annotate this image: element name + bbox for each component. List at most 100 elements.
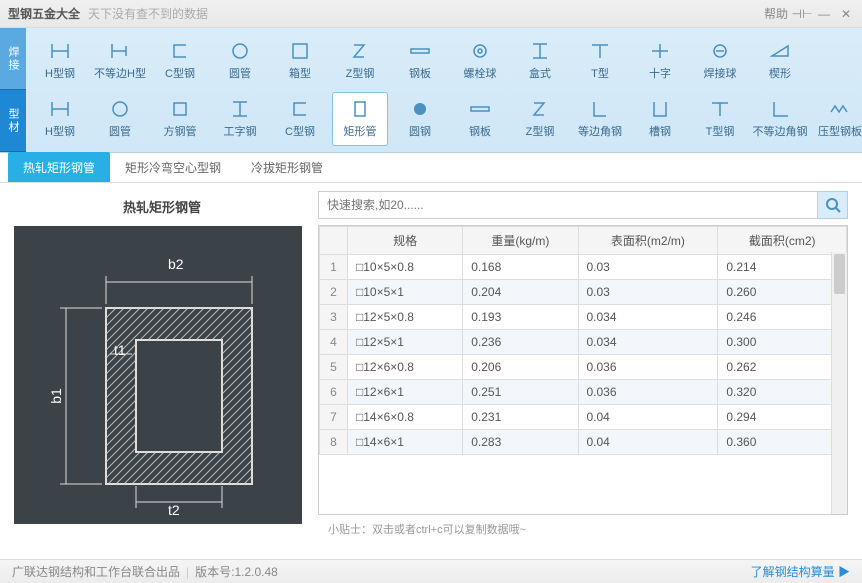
- tool-钢板[interactable]: 钢板: [452, 92, 508, 146]
- panel-title: 热轧矩形钢管: [14, 191, 310, 226]
- dim-t2: t2: [168, 502, 180, 518]
- sub-tabs: 热轧矩形钢管 矩形冷弯空心型钢 冷拔矩形钢管: [0, 153, 862, 183]
- app-title: 型钢五金大全: [8, 5, 80, 22]
- pin-icon[interactable]: ⊣⊢: [794, 6, 810, 22]
- left-panel: 热轧矩形钢管: [0, 183, 310, 543]
- right-panel: 规格 重量(kg/m) 表面积(m2/m) 截面积(cm2) 1□10×5×0.…: [310, 183, 862, 543]
- search-button[interactable]: [818, 191, 848, 219]
- dim-t1: t1: [114, 342, 126, 358]
- sub-tab-1[interactable]: 矩形冷弯空心型钢: [110, 152, 236, 182]
- content: 热轧矩形钢管: [0, 183, 862, 543]
- footer-version: 版本号:1.2.0.48: [195, 563, 278, 580]
- tool-不等边H型[interactable]: 不等边H型: [92, 34, 148, 88]
- tool-方钢管[interactable]: 方钢管: [152, 92, 208, 146]
- tool-H型钢[interactable]: H型钢: [32, 92, 88, 146]
- tool-圆管[interactable]: 圆管: [92, 92, 148, 146]
- table-row[interactable]: 2□10×5×10.2040.030.260: [320, 280, 847, 305]
- section-diagram: b2 b1 t1 t2: [14, 226, 302, 524]
- dim-b1: b1: [48, 388, 64, 404]
- tool-槽钢[interactable]: 槽钢: [632, 92, 688, 146]
- tool-Z型钢[interactable]: Z型钢: [512, 92, 568, 146]
- H-icon: [47, 99, 73, 119]
- side-tab-profile[interactable]: 型材: [0, 90, 26, 152]
- bolt-icon: [467, 41, 493, 61]
- box-icon: [287, 41, 313, 61]
- plate-icon: [407, 41, 433, 61]
- tip-text: 小贴士：双击或者ctrl+c可以复制数据哦~: [318, 515, 848, 543]
- tool-焊接球[interactable]: 焊接球: [692, 34, 748, 88]
- tool-圆钢[interactable]: 圆钢: [392, 92, 448, 146]
- U-icon: [647, 99, 673, 119]
- C-icon: [167, 41, 193, 61]
- col-surface: 表面积(m2/m): [578, 227, 718, 255]
- table-row[interactable]: 6□12×6×10.2510.0360.320: [320, 380, 847, 405]
- tool-H型钢[interactable]: H型钢: [32, 34, 88, 88]
- search-input[interactable]: [318, 191, 818, 219]
- C-icon: [287, 99, 313, 119]
- tool-盒式[interactable]: 盒式: [512, 34, 568, 88]
- Z-icon: [527, 99, 553, 119]
- tool-矩形管[interactable]: 矩形管: [332, 92, 388, 146]
- tool-T型钢[interactable]: T型钢: [692, 92, 748, 146]
- dim-b2: b2: [168, 256, 184, 272]
- O-icon: [227, 41, 253, 61]
- wedge-icon: [767, 41, 793, 61]
- table-row[interactable]: 5□12×6×0.80.2060.0360.262: [320, 355, 847, 380]
- table-row[interactable]: 3□12×5×0.80.1930.0340.246: [320, 305, 847, 330]
- L-icon: [587, 99, 613, 119]
- col-section: 截面积(cm2): [718, 227, 847, 255]
- H2-icon: [107, 41, 133, 61]
- plate-icon: [467, 99, 493, 119]
- sub-tab-0[interactable]: 热轧矩形钢管: [8, 152, 110, 182]
- toolbar: 焊接 型材 H型钢不等边H型C型钢圆管箱型Z型钢钢板螺栓球盒式T型十字焊接球楔形…: [0, 28, 862, 153]
- cross-icon: [647, 41, 673, 61]
- table-row[interactable]: 8□14×6×10.2830.040.360: [320, 430, 847, 455]
- tool-工字钢[interactable]: 工字钢: [212, 92, 268, 146]
- O-icon: [107, 99, 133, 119]
- tool-螺栓球[interactable]: 螺栓球: [452, 34, 508, 88]
- disc-icon: [407, 99, 433, 119]
- tool-T型[interactable]: T型: [572, 34, 628, 88]
- sq-icon: [167, 99, 193, 119]
- col-weight: 重量(kg/m): [463, 227, 578, 255]
- tool-楔形[interactable]: 楔形: [752, 34, 808, 88]
- H-icon: [47, 41, 73, 61]
- tool-Z型钢[interactable]: Z型钢: [332, 34, 388, 88]
- app-subtitle: 天下没有查不到的数据: [88, 5, 208, 22]
- tool-C型钢[interactable]: C型钢: [272, 92, 328, 146]
- sub-tab-2[interactable]: 冷拔矩形钢管: [236, 152, 338, 182]
- corr-icon: [827, 99, 853, 119]
- table-row[interactable]: 1□10×5×0.80.1680.030.214: [320, 255, 847, 280]
- col-spec: 规格: [348, 227, 463, 255]
- data-table: 规格 重量(kg/m) 表面积(m2/m) 截面积(cm2) 1□10×5×0.…: [318, 225, 848, 515]
- I-icon: [227, 99, 253, 119]
- vertical-scrollbar[interactable]: [831, 252, 847, 514]
- T-icon: [587, 41, 613, 61]
- minimize-icon[interactable]: —: [816, 6, 832, 22]
- titlebar: 型钢五金大全 天下没有查不到的数据 帮助 ⊣⊢ — ✕: [0, 0, 862, 28]
- search-icon: [825, 197, 841, 213]
- Z-icon: [347, 41, 373, 61]
- tool-箱型[interactable]: 箱型: [272, 34, 328, 88]
- T-icon: [707, 99, 733, 119]
- tool-压型钢板[interactable]: 压型钢板: [812, 92, 862, 146]
- footer-credit: 广联达钢结构和工作台联合出品: [12, 563, 180, 580]
- table-row[interactable]: 4□12×5×10.2360.0340.300: [320, 330, 847, 355]
- side-tab-weld[interactable]: 焊接: [0, 28, 26, 90]
- tool-钢板[interactable]: 钢板: [392, 34, 448, 88]
- rect-icon: [347, 99, 373, 119]
- toolbar-row-2: H型钢圆管方钢管工字钢C型钢矩形管圆钢钢板Z型钢等边角钢槽钢T型钢不等边角钢压型…: [32, 90, 862, 148]
- tool-等边角钢[interactable]: 等边角钢: [572, 92, 628, 146]
- tool-十字[interactable]: 十字: [632, 34, 688, 88]
- close-icon[interactable]: ✕: [838, 6, 854, 22]
- footer: 广联达钢结构和工作台联合出品 | 版本号:1.2.0.48 了解钢结构算量 ▶: [0, 559, 862, 583]
- table-row[interactable]: 7□14×6×0.80.2310.040.294: [320, 405, 847, 430]
- tool-不等边角钢[interactable]: 不等边角钢: [752, 92, 808, 146]
- footer-link[interactable]: 了解钢结构算量 ▶: [751, 563, 850, 580]
- toolbar-row-1: H型钢不等边H型C型钢圆管箱型Z型钢钢板螺栓球盒式T型十字焊接球楔形: [32, 32, 862, 90]
- weld-icon: [707, 41, 733, 61]
- tool-圆管[interactable]: 圆管: [212, 34, 268, 88]
- tool-C型钢[interactable]: C型钢: [152, 34, 208, 88]
- I2-icon: [527, 41, 553, 61]
- help-link[interactable]: 帮助: [764, 5, 788, 22]
